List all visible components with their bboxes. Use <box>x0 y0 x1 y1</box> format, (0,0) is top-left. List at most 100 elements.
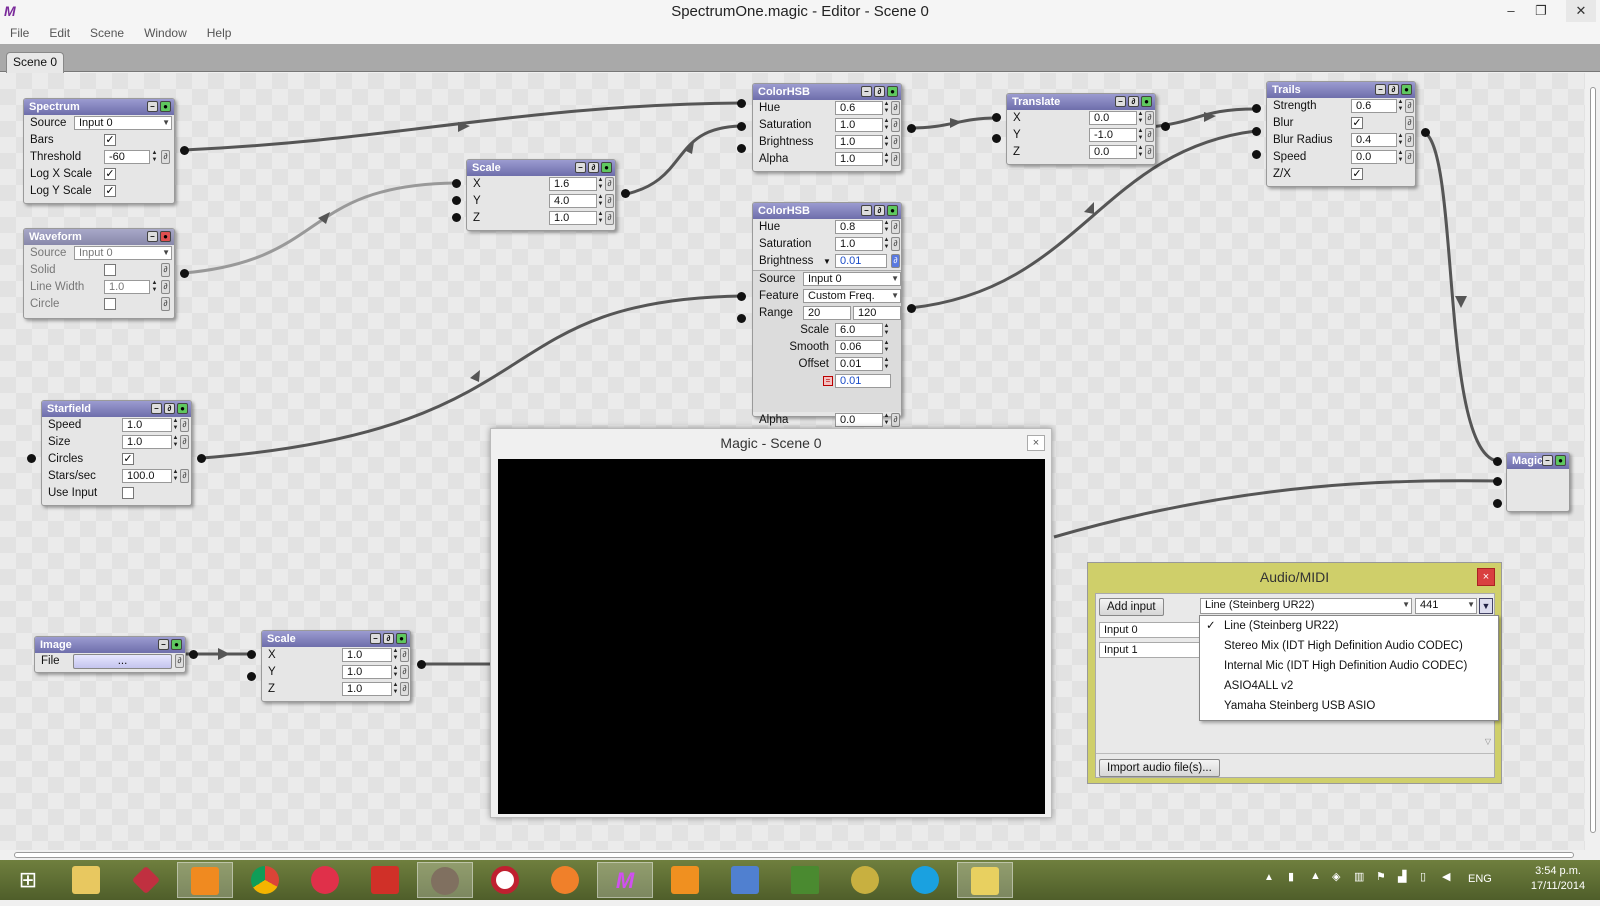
range-max-field[interactable]: 120 <box>853 306 901 320</box>
y-field[interactable]: -1.0 <box>1089 128 1137 142</box>
node-trails[interactable]: Trails – ∂ ● Strength 0.6 ▲ ▼ ∂ Blur ✓ ∂ Blur Rad… <box>1266 81 1416 187</box>
menu-scene[interactable]: Scene <box>80 24 134 40</box>
node-header[interactable]: Translate – ∂ ● <box>1007 94 1155 110</box>
link-icon[interactable]: ∂ <box>180 435 189 449</box>
clock[interactable]: 3:54 p.m. 17/11/2014 <box>1522 864 1594 894</box>
node-header[interactable]: Starfield – ∂ ● <box>42 401 191 417</box>
spinner-icon[interactable]: ▲ ▼ <box>883 220 890 234</box>
spinner-icon[interactable]: ▲ ▼ <box>597 194 604 208</box>
input-port[interactable] <box>737 292 746 301</box>
link-icon[interactable]: ∂ <box>891 101 900 115</box>
x-field[interactable]: 1.6 <box>549 177 597 191</box>
logx-checkbox[interactable]: ✓ <box>104 168 116 180</box>
device-option[interactable]: ASIO4ALL v2 <box>1200 676 1498 696</box>
node-spectrum[interactable]: Spectrum – ● Source Input 0 ▼ Bars ✓ Threshol… <box>23 98 175 204</box>
hue-field[interactable]: 0.6 <box>835 101 883 115</box>
link-icon[interactable]: ∂ <box>891 152 900 166</box>
size-field[interactable]: 1.0 <box>122 435 172 449</box>
linewidth-field[interactable]: 1.0 <box>104 280 150 294</box>
spinner-icon[interactable]: ▲ ▼ <box>883 118 890 132</box>
output-port[interactable] <box>417 660 426 669</box>
device-option[interactable]: ✓ Line (Steinberg UR22) <box>1200 616 1498 636</box>
input-port[interactable] <box>737 99 746 108</box>
input-port[interactable] <box>247 672 256 681</box>
link-icon[interactable]: ∂ <box>891 118 900 132</box>
input-port[interactable] <box>737 122 746 131</box>
link-icon[interactable]: ∂ <box>891 237 900 251</box>
spinner-icon[interactable]: ▲ ▼ <box>883 340 890 354</box>
network-icon[interactable]: ▮ <box>1288 870 1294 883</box>
link-icon[interactable]: ∂ <box>891 220 900 234</box>
close-icon[interactable]: × <box>1477 568 1495 586</box>
circle-checkbox[interactable] <box>104 298 116 310</box>
enable-icon[interactable]: ● <box>1141 96 1152 107</box>
input-port[interactable] <box>992 134 1001 143</box>
link-icon[interactable]: ∂ <box>1405 99 1414 113</box>
link-toggle-icon[interactable]: ∂ <box>874 86 885 97</box>
input-port[interactable] <box>1252 150 1261 159</box>
link-icon[interactable]: ∂ <box>605 194 614 208</box>
spinner-icon[interactable]: ▲ ▼ <box>1137 145 1144 159</box>
link-icon[interactable]: ∂ <box>891 413 900 427</box>
input-port[interactable] <box>452 196 461 205</box>
source-dropdown[interactable]: Input 0 ▼ <box>74 116 172 130</box>
hue-field[interactable]: 0.8 <box>835 220 883 234</box>
alpha-field[interactable]: 0.0 <box>835 413 883 427</box>
stars-per-sec-field[interactable]: 100.0 <box>122 469 172 483</box>
input-port[interactable] <box>992 113 1001 122</box>
saturation-field[interactable]: 1.0 <box>835 237 883 251</box>
magic-app-icon[interactable]: M <box>597 862 653 898</box>
node-colorhsb-2[interactable]: ColorHSB – ∂ ● Hue 0.8 ▲ ▼ ∂ Saturation 1.0 ▲ ▼ ∂ B… <box>752 202 902 427</box>
collapse-icon[interactable]: – <box>370 633 381 644</box>
link-icon-active[interactable]: ∂ <box>891 254 900 268</box>
vlc-tray-icon[interactable]: ▲ <box>1310 870 1321 882</box>
node-magic[interactable]: Magic – ● <box>1506 452 1570 512</box>
collapse-icon[interactable]: – <box>861 205 872 216</box>
node-header[interactable]: Scale – ∂ ● <box>467 160 615 176</box>
range-min-field[interactable]: 20 <box>803 306 851 320</box>
spinner-icon[interactable]: ▲ ▼ <box>172 418 179 432</box>
spinner-icon[interactable]: ▲ ▼ <box>392 665 399 679</box>
media-app-icon[interactable] <box>477 862 533 898</box>
collapse-icon[interactable]: – <box>1542 455 1553 466</box>
device-option[interactable]: Yamaha Steinberg USB ASIO <box>1200 696 1498 716</box>
tray-arrow-icon[interactable]: ▲ <box>1264 872 1274 883</box>
import-audio-button[interactable]: Import audio file(s)... <box>1099 759 1220 777</box>
input-port[interactable] <box>1493 477 1502 486</box>
node-header[interactable]: Waveform – ● <box>24 229 174 245</box>
device-option[interactable]: Stereo Mix (IDT High Definition Audio CO… <box>1200 636 1498 656</box>
spinner-icon[interactable]: ▲ ▼ <box>1397 150 1404 164</box>
link-icon[interactable]: ∂ <box>400 682 409 696</box>
link-icon[interactable]: ∂ <box>1405 133 1414 147</box>
enable-icon[interactable]: ● <box>177 403 188 414</box>
enable-icon[interactable]: ● <box>160 101 171 112</box>
input-port[interactable] <box>1252 104 1261 113</box>
z-field[interactable]: 1.0 <box>342 682 392 696</box>
enable-icon[interactable]: ● <box>171 639 182 650</box>
link-icon[interactable]: ∂ <box>175 654 184 668</box>
output-port[interactable] <box>197 454 206 463</box>
device-dropdown[interactable]: Line (Steinberg UR22) ▼ <box>1200 598 1412 614</box>
output-port[interactable] <box>180 269 189 278</box>
input-port[interactable] <box>1252 127 1261 136</box>
node-waveform[interactable]: Waveform – ● Source Input 0 ▼ Solid ∂ Line Wi… <box>23 228 175 319</box>
signal-icon[interactable]: ▟ <box>1398 870 1406 883</box>
z-field[interactable]: 0.0 <box>1089 145 1137 159</box>
node-header[interactable]: Image – ● <box>35 637 185 653</box>
game-app-icon[interactable] <box>837 862 893 898</box>
threshold-field[interactable]: -60 <box>104 150 150 164</box>
link-icon[interactable]: ∂ <box>1145 145 1154 159</box>
menu-file[interactable]: File <box>0 24 39 40</box>
enable-icon[interactable]: ● <box>1401 84 1412 95</box>
collapse-icon[interactable]: – <box>147 101 158 112</box>
offset-field[interactable]: 0.01 <box>835 357 883 371</box>
remove-icon[interactable]: = <box>823 376 833 386</box>
enable-icon[interactable]: ● <box>887 205 898 216</box>
render-canvas[interactable] <box>498 459 1045 814</box>
language-indicator[interactable]: ENG <box>1468 873 1492 885</box>
restore-icon[interactable]: ❐ <box>1526 0 1556 22</box>
spinner-icon[interactable]: ▲ ▼ <box>883 413 890 427</box>
flag-icon[interactable]: ⚑ <box>1376 870 1386 883</box>
spinner-icon[interactable]: ▲ ▼ <box>172 469 179 483</box>
horizontal-scrollbar[interactable] <box>0 850 1600 860</box>
